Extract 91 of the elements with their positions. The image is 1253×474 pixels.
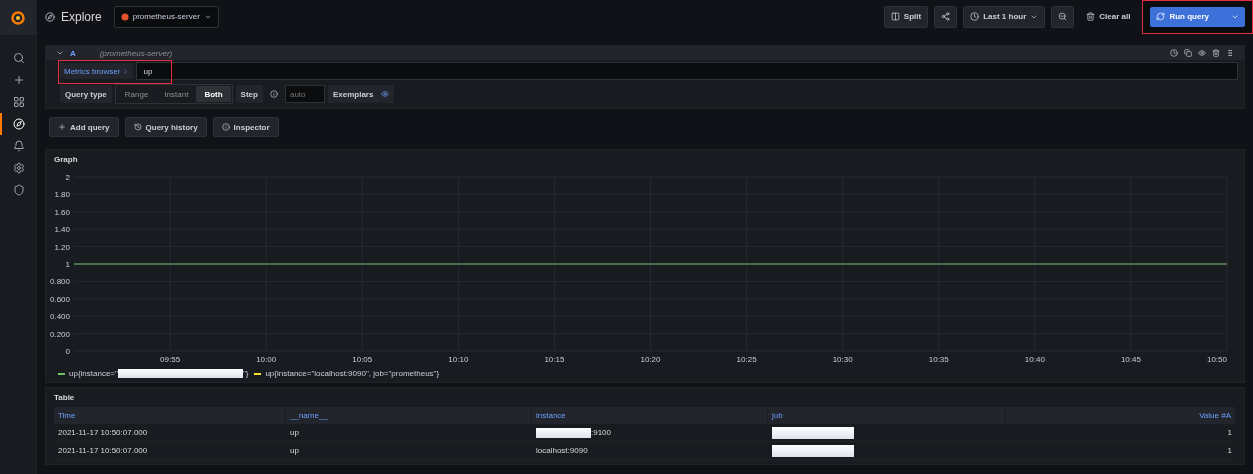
exemplars-toggle[interactable]: Exemplars <box>327 85 395 103</box>
legend-label[interactable]: up{instance=" <box>69 369 118 378</box>
y-axis-label: 0.600 <box>49 294 70 304</box>
y-axis-label: 1 <box>65 260 70 269</box>
y-axis-label: 0.200 <box>49 329 70 339</box>
shield-icon <box>13 184 25 196</box>
panel-title: Table <box>53 392 76 404</box>
page-title: Explore <box>61 9 102 24</box>
table-cell: up <box>290 428 299 437</box>
settings-icon <box>13 162 25 174</box>
y-axis-label: 2 <box>65 173 70 182</box>
x-axis-label: 10:00 <box>256 355 277 364</box>
legend-label[interactable]: up{instance="localhost:9090", job="prometheus"} <box>265 369 440 378</box>
y-axis-label: 0.800 <box>49 277 70 287</box>
plus-icon <box>13 74 25 86</box>
action-button[interactable]: Query history <box>124 117 207 137</box>
split-button[interactable]: Split <box>883 5 929 28</box>
compass-icon <box>45 11 55 22</box>
table-cell: up <box>290 446 299 455</box>
trash-icon <box>1086 12 1096 21</box>
time-range-picker[interactable]: Last 1 hour <box>963 5 1046 28</box>
grid-icon <box>13 96 25 108</box>
action-button[interactable]: Add query <box>49 117 119 137</box>
columns-icon <box>890 12 900 21</box>
table-cell: localhost:9090 <box>536 446 588 455</box>
query-ref[interactable]: A <box>70 48 76 58</box>
x-axis-label: 10:45 <box>1120 355 1141 364</box>
chevron-icon <box>122 67 130 75</box>
column-header[interactable]: __name__ <box>286 407 532 424</box>
action-button[interactable]: Inspector <box>212 117 279 137</box>
table-cell: 2021-11-17 10:50:07.000 <box>58 428 148 437</box>
y-axis-label: 1.40 <box>54 225 70 235</box>
x-axis-label: 10:40 <box>1024 355 1045 364</box>
x-axis-label: 10:25 <box>736 355 757 364</box>
step-field[interactable]: auto <box>284 85 325 103</box>
legend-label[interactable]: "} <box>242 369 249 378</box>
column-header[interactable]: instance <box>532 407 768 424</box>
eye-icon <box>381 90 390 98</box>
column-header[interactable]: job <box>768 407 1006 424</box>
query-field[interactable]: up <box>136 62 1238 80</box>
drag-handle-icon <box>1226 49 1234 57</box>
flame-icon <box>120 12 129 21</box>
clear-all-button[interactable]: Clear all <box>1080 6 1137 27</box>
y-axis-label: 1.20 <box>54 242 70 252</box>
info-icon <box>269 90 278 98</box>
logo-icon <box>11 10 25 25</box>
query-type-option[interactable]: Range <box>116 86 157 102</box>
eye-icon <box>1198 49 1206 57</box>
table-cell: :9100 <box>591 428 612 437</box>
info-icon <box>221 123 230 131</box>
bell-icon <box>13 140 25 152</box>
table-cell: 2021-11-17 10:50:07.000 <box>58 446 148 455</box>
y-axis-label: 0.400 <box>49 312 70 322</box>
zoom-out-icon <box>1058 12 1068 21</box>
trash-icon <box>1212 49 1220 57</box>
collapse-icon <box>56 49 64 57</box>
share-button[interactable] <box>934 5 958 28</box>
table-cell: 1 <box>1227 428 1232 437</box>
zoom-out-button[interactable] <box>1051 5 1075 28</box>
datasource-picker[interactable]: prometheus-server <box>113 5 219 28</box>
x-axis-label: 10:15 <box>544 355 565 364</box>
table-cell: 1 <box>1227 446 1232 455</box>
y-axis-label: 1.80 <box>54 190 70 200</box>
history-icon <box>133 123 142 131</box>
plus-icon <box>58 123 66 131</box>
panel-title: Graph <box>53 154 79 166</box>
column-header[interactable]: Value #A <box>1006 407 1236 424</box>
x-axis-label: 10:35 <box>928 355 949 364</box>
query-type-option[interactable]: Instant <box>156 86 197 102</box>
compass-icon <box>13 118 25 130</box>
y-axis-label: 0 <box>65 347 70 356</box>
x-axis-label: 10:10 <box>448 355 469 364</box>
y-axis-label: 1.60 <box>54 207 70 217</box>
run-query-button[interactable]: Run query <box>1150 6 1245 27</box>
step-label: Step <box>235 85 263 103</box>
metrics-browser-button[interactable]: Metrics browser <box>60 63 134 79</box>
share-icon <box>941 12 951 21</box>
x-axis-label: 10:50 <box>1206 355 1227 364</box>
x-axis-label: 10:30 <box>832 355 853 364</box>
x-axis-label: 09:55 <box>160 355 181 364</box>
copy-icon <box>1184 49 1192 57</box>
x-axis-label: 10:20 <box>640 355 661 364</box>
column-header[interactable]: Time <box>54 407 286 424</box>
refresh-icon <box>1156 12 1166 21</box>
query-type-option[interactable]: Both <box>196 86 231 102</box>
clock-icon <box>970 12 980 21</box>
query-datasource: (prometheus-server) <box>99 48 173 58</box>
clock-icon <box>1170 49 1178 57</box>
x-axis-label: 10:05 <box>352 355 373 364</box>
query-type-label: Query type <box>60 85 112 103</box>
search-icon <box>13 52 25 64</box>
